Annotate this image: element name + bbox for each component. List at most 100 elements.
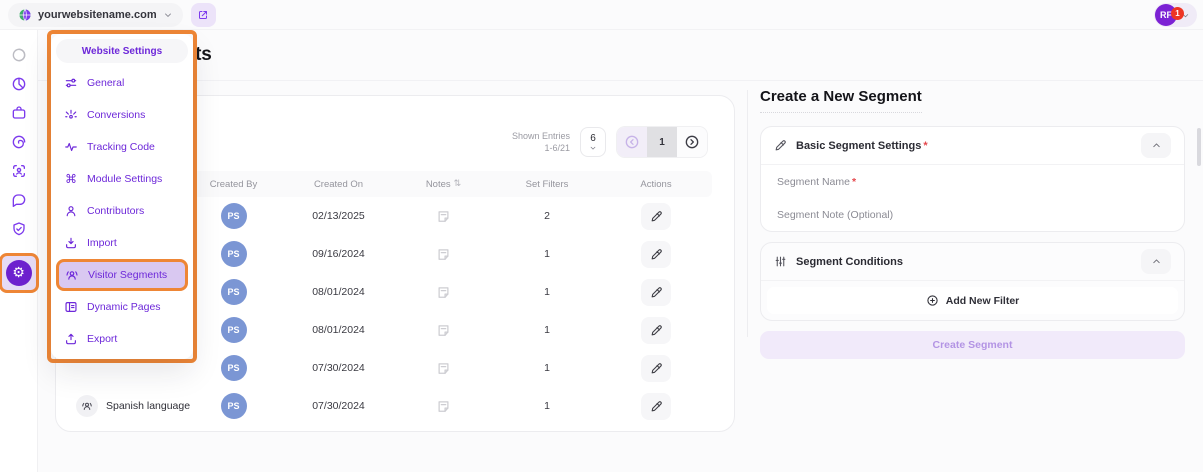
sidebar-item-gear[interactable]: ⚙ <box>0 253 39 293</box>
pencil-icon <box>650 248 663 261</box>
segment-note-input[interactable]: Segment Note (Optional) <box>761 198 1184 231</box>
menu-item-label: Tracking Code <box>87 141 155 153</box>
creator-avatar: PS <box>221 317 247 343</box>
sidebar-item-disc[interactable] <box>9 45 29 65</box>
visitor-icon <box>65 268 79 282</box>
topbar: yourwebsitename.com RF 1 <box>0 0 1203 30</box>
menu-item-dynamic-pages[interactable]: Dynamic Pages <box>56 291 188 323</box>
note-icon[interactable] <box>436 323 451 338</box>
conversions-icon <box>64 108 78 122</box>
edit-segment-button[interactable] <box>641 279 671 306</box>
sliders-icon <box>774 255 787 268</box>
menu-item-label: Visitor Segments <box>88 269 167 281</box>
shown-entries-value: 1-6/21 <box>512 142 570 154</box>
current-page-button[interactable]: 1 <box>647 127 677 157</box>
menu-item-general[interactable]: General <box>56 67 188 99</box>
segment-name-placeholder: Segment Name <box>777 176 850 188</box>
column-header-created-on: Created On <box>276 179 401 190</box>
notes-cell <box>401 361 486 376</box>
pencil-icon <box>774 139 787 152</box>
notes-cell <box>401 247 486 262</box>
add-new-filter-button[interactable]: Add New Filter <box>767 287 1178 314</box>
website-name: yourwebsitename.com <box>38 9 157 21</box>
note-icon[interactable] <box>436 399 451 414</box>
set-filters-value: 2 <box>486 210 608 222</box>
scrollbar[interactable] <box>1197 128 1201 166</box>
menu-item-conversions[interactable]: Conversions <box>56 99 188 131</box>
sidebar-item-pie[interactable] <box>9 74 29 94</box>
collapse-basic-settings-button[interactable] <box>1141 133 1171 158</box>
creator-avatar: PS <box>221 203 247 229</box>
sidebar-item-shield[interactable] <box>9 219 29 239</box>
visitor-segment-icon <box>76 395 98 417</box>
notes-cell <box>401 285 486 300</box>
edit-segment-button[interactable] <box>641 203 671 230</box>
person-icon <box>64 204 78 218</box>
table-controls: Shown Entries 1-6/21 6 1 <box>512 126 708 158</box>
page-size-select[interactable]: 6 <box>580 127 606 157</box>
actions-cell <box>608 241 704 268</box>
shield-icon <box>11 221 27 237</box>
chevron-down-icon <box>163 10 173 20</box>
edit-segment-button[interactable] <box>641 317 671 344</box>
created-on-value: 02/13/2025 <box>276 210 401 222</box>
chevron-up-icon <box>1151 256 1162 267</box>
notes-header-label: Notes <box>426 179 451 190</box>
settings-menu-list: General Conversions Tracking Code ⌘Module S… <box>56 67 188 355</box>
create-segment-button[interactable]: Create Segment <box>760 331 1185 359</box>
sidebar: ⚙ <box>0 30 38 472</box>
upload-icon <box>64 332 78 346</box>
basic-settings-card: Basic Segment Settings* Segment Name* Se… <box>760 126 1185 232</box>
next-page-button[interactable] <box>677 127 707 157</box>
note-icon[interactable] <box>436 285 451 300</box>
sidebar-nav: ⚙ <box>0 30 37 293</box>
created-by-cell: PS <box>191 317 276 343</box>
segment-name-input[interactable]: Segment Name* <box>761 165 1184 198</box>
note-icon[interactable] <box>436 247 451 262</box>
sidebar-item-spiral[interactable] <box>9 132 29 152</box>
menu-item-tracking-code[interactable]: Tracking Code <box>56 131 188 163</box>
menu-item-export[interactable]: Export <box>56 323 188 355</box>
edit-segment-button[interactable] <box>641 241 671 268</box>
table-row: Spanish languagePS07/30/20241 <box>66 387 712 425</box>
pencil-icon <box>650 400 663 413</box>
menu-item-module-settings[interactable]: ⌘Module Settings <box>56 163 188 195</box>
creator-avatar: PS <box>221 279 247 305</box>
segment-note-placeholder: Segment Note (Optional) <box>777 209 893 221</box>
shown-entries: Shown Entries 1-6/21 <box>512 130 570 154</box>
menu-item-label: General <box>87 77 124 89</box>
notes-cell <box>401 209 486 224</box>
chevron-down-icon <box>589 144 597 152</box>
menu-item-contributors[interactable]: Contributors <box>56 195 188 227</box>
open-website-button[interactable] <box>191 3 216 27</box>
sidebar-item-chat[interactable] <box>9 190 29 210</box>
menu-item-import[interactable]: Import <box>56 227 188 259</box>
user-menu[interactable]: RF 1 <box>1154 3 1197 27</box>
briefcase-icon <box>11 105 27 121</box>
actions-cell <box>608 279 704 306</box>
note-icon[interactable] <box>436 209 451 224</box>
segment-name: Spanish language <box>106 400 190 412</box>
collapse-conditions-button[interactable] <box>1141 249 1171 274</box>
arrow-left-circle-icon <box>624 134 640 150</box>
sidebar-item-briefcase[interactable] <box>9 103 29 123</box>
column-header-notes[interactable]: Notes ⇅ <box>401 179 486 190</box>
menu-item-label: Dynamic Pages <box>87 301 161 313</box>
created-by-cell: PS <box>191 393 276 419</box>
website-selector[interactable]: yourwebsitename.com <box>8 3 183 27</box>
shown-entries-label: Shown Entries <box>512 130 570 142</box>
add-new-filter-label: Add New Filter <box>946 295 1020 307</box>
arrow-right-circle-icon <box>684 134 700 150</box>
creator-avatar: PS <box>221 241 247 267</box>
avatar: RF 1 <box>1155 4 1177 26</box>
menu-item-visitor-segments[interactable]: Visitor Segments <box>56 259 188 291</box>
created-on-value: 09/16/2024 <box>276 248 401 260</box>
note-icon[interactable] <box>436 361 451 376</box>
actions-cell <box>608 355 704 382</box>
website-settings-menu: Website Settings GeneralConversionsTrack… <box>47 30 197 363</box>
segment-name-cell: Spanish language <box>66 395 191 417</box>
prev-page-button[interactable] <box>617 127 647 157</box>
edit-segment-button[interactable] <box>641 393 671 420</box>
edit-segment-button[interactable] <box>641 355 671 382</box>
sidebar-item-face-scan[interactable] <box>9 161 29 181</box>
